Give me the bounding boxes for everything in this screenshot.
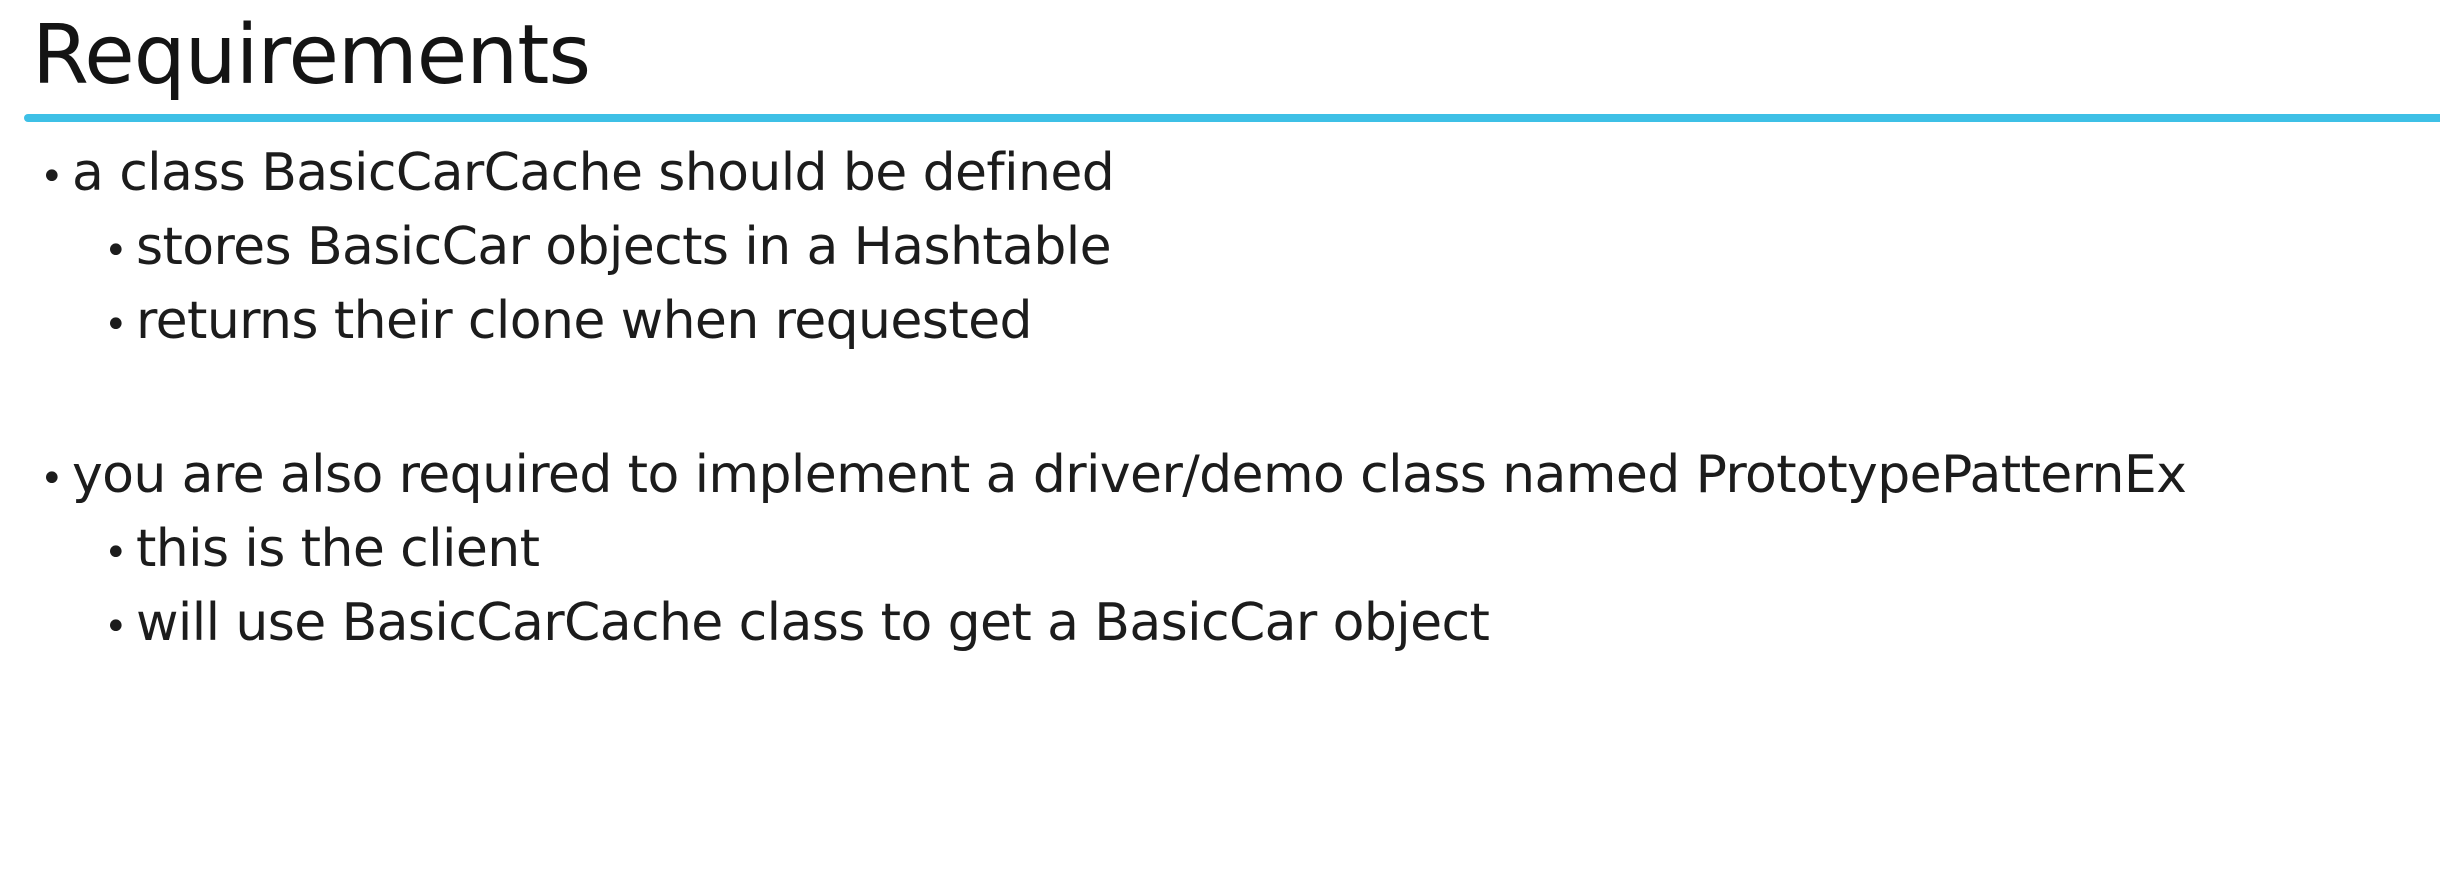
sub-bullet-item: • stores BasicCar objects in a Hashtable bbox=[40, 212, 2400, 286]
title-underline bbox=[24, 114, 2440, 122]
bullet-dot-icon: • bbox=[104, 530, 128, 576]
bullet-dot-icon: • bbox=[104, 604, 128, 650]
sub-bullet-text: returns their clone when requested bbox=[136, 291, 1032, 351]
bullet-group-driver: • you are also required to implement a d… bbox=[40, 440, 2400, 662]
sub-bullet-text: stores BasicCar objects in a Hashtable bbox=[136, 217, 1112, 277]
bullet-dot-icon: • bbox=[40, 154, 64, 200]
sub-bullet-item: • returns their clone when requested bbox=[40, 286, 2400, 360]
bullet-dot-icon: • bbox=[104, 302, 128, 348]
bullet-item: • you are also required to implement a d… bbox=[40, 440, 2400, 514]
bullet-text: a class BasicCarCache should be defined bbox=[72, 143, 1115, 203]
sub-bullet-item: • this is the client bbox=[40, 514, 2400, 588]
bullet-group-basiccarcache: • a class BasicCarCache should be define… bbox=[40, 138, 2400, 360]
sub-bullet-text: will use BasicCarCache class to get a Ba… bbox=[136, 593, 1490, 653]
bullet-text: you are also required to implement a dri… bbox=[72, 445, 2187, 505]
sub-bullet-text: this is the client bbox=[136, 519, 540, 579]
bullet-item: • a class BasicCarCache should be define… bbox=[40, 138, 2400, 212]
bullet-dot-icon: • bbox=[40, 456, 64, 502]
bullet-list: • a class BasicCarCache should be define… bbox=[40, 138, 2400, 662]
sub-bullet-item: • will use BasicCarCache class to get a … bbox=[40, 588, 2400, 662]
bullet-dot-icon: • bbox=[104, 228, 128, 274]
slide-title: Requirements bbox=[32, 8, 591, 103]
